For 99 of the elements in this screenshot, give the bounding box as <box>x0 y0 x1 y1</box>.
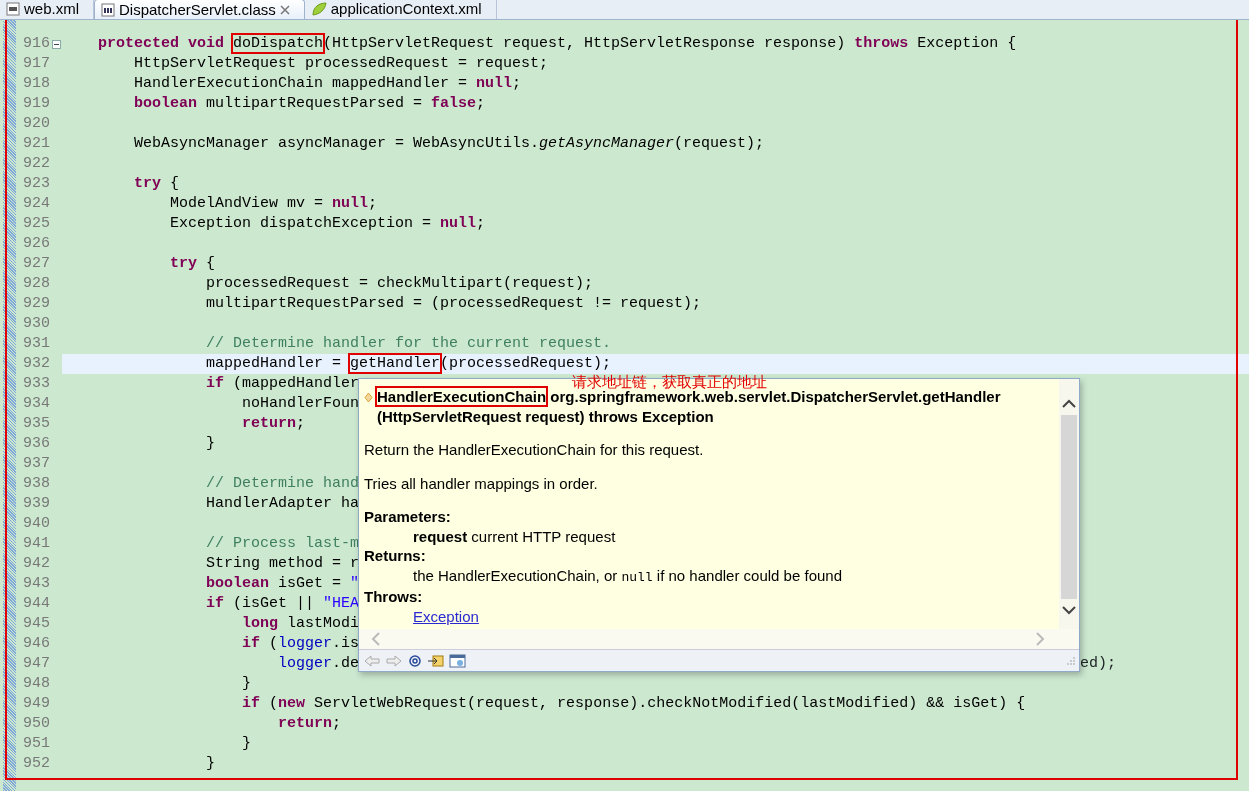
code-line: try { <box>133 174 180 194</box>
vertical-scrollbar[interactable] <box>1059 379 1079 629</box>
line-number: 928 <box>22 274 50 294</box>
code-line: } <box>241 734 252 754</box>
code-line: } <box>241 674 252 694</box>
code-line: HandlerExecutionChain mappedHandler = null; <box>133 74 522 94</box>
code-line: processedRequest = checkMultipart(request); <box>205 274 594 294</box>
line-number: 940 <box>22 514 50 534</box>
annotation-text: 请求地址链，获取真正的地址 <box>572 373 767 391</box>
line-number: 929 <box>22 294 50 314</box>
line-number: 950 <box>22 714 50 734</box>
line-number: 916 <box>22 34 50 54</box>
line-number: 938 <box>22 474 50 494</box>
editor-tab[interactable]: DispatcherServlet.class <box>94 0 305 19</box>
scroll-up-icon[interactable] <box>1062 399 1076 409</box>
code-line: noHandlerFoun <box>241 394 360 414</box>
editor-tab[interactable]: applicationContext.xml <box>304 0 497 19</box>
line-number: 936 <box>22 434 50 454</box>
editor-tab[interactable]: web.xml <box>0 0 94 19</box>
doc-text: Tries all handler mappings in order. <box>364 473 599 493</box>
diamond-icon <box>364 392 373 403</box>
code-line: WebAsyncManager asyncManager = WebAsyncUtils.getAsyncManager(request); <box>133 134 765 154</box>
doc-text: Return the HandlerExecutionChain for this request. <box>364 440 705 460</box>
code-line: try { <box>169 254 216 274</box>
line-number: 945 <box>22 614 50 634</box>
horizontal-scrollbar[interactable] <box>359 629 1079 649</box>
code-line: HandlerAdapter ha <box>205 494 360 514</box>
line-number: 939 <box>22 494 50 514</box>
scroll-down-icon[interactable] <box>1062 605 1076 615</box>
code-line: multipartRequestParsed = (processedRequest != request); <box>205 294 702 314</box>
back-icon[interactable] <box>363 653 381 668</box>
line-number: 926 <box>22 234 50 254</box>
code-line: long lastModi <box>241 614 360 634</box>
line-number: 942 <box>22 554 50 574</box>
doc-text: the HandlerExecutionChain, or null if no handler could be found <box>413 565 843 587</box>
line-number: 933 <box>22 374 50 394</box>
code-line: ModelAndView mv = null; <box>169 194 378 214</box>
scroll-right-icon[interactable] <box>1035 632 1045 646</box>
code-line: if (mappedHandler <box>205 374 360 394</box>
doc-link[interactable]: Exception <box>413 607 479 625</box>
code-line: } <box>205 754 216 774</box>
line-number: 918 <box>22 74 50 94</box>
line-number: 951 <box>22 734 50 754</box>
doc-heading: Throws: <box>364 587 424 607</box>
line-number: 935 <box>22 414 50 434</box>
line-number: 952 <box>22 754 50 774</box>
doc-text: request current HTTP request <box>413 526 617 546</box>
line-number: 925 <box>22 214 50 234</box>
code-line: boolean isGet = " <box>205 574 360 594</box>
doc-heading: Parameters: <box>364 507 452 527</box>
code-line: Exception dispatchException = null; <box>169 214 486 234</box>
code-line: protected void doDispatch(HttpServletRequest request, HttpServletResponse response) throws Exception { <box>97 34 1017 54</box>
code-line: if (logger.is <box>241 634 360 654</box>
line-number: 944 <box>22 594 50 614</box>
leaf-icon <box>310 2 327 16</box>
code-line: if (new ServletWebRequest(request, response).checkNotModified(lastModified) && isGet) { <box>241 694 1026 714</box>
scroll-thumb[interactable] <box>1061 415 1077 599</box>
open-declaration-icon[interactable] <box>427 653 445 668</box>
code-line: mappedHandler = getHandler(processedRequest); <box>205 354 612 374</box>
doc-heading: Returns: <box>364 546 427 566</box>
code-line: if (isGet || "HEA <box>205 594 360 614</box>
code-line: boolean multipartRequestParsed = false; <box>133 94 486 114</box>
close-icon[interactable] <box>279 4 290 15</box>
code-fragment: ed); <box>1080 654 1116 674</box>
line-number: 943 <box>22 574 50 594</box>
line-number: 948 <box>22 674 50 694</box>
file-icon <box>6 2 20 16</box>
binary-file-icon <box>101 2 115 17</box>
line-number: 919 <box>22 94 50 114</box>
method-signature: HandlerExecutionChain org.springframework.web.servlet.DispatcherServlet.getHandler (HttpServletRequest request) throws Exception <box>377 388 1002 426</box>
code-line: return; <box>277 714 342 734</box>
collapse-icon[interactable] <box>51 39 61 49</box>
line-number: 941 <box>22 534 50 554</box>
line-number: 920 <box>22 114 50 134</box>
line-number: 924 <box>22 194 50 214</box>
line-number: 937 <box>22 454 50 474</box>
line-number: 923 <box>22 174 50 194</box>
line-number: 934 <box>22 394 50 414</box>
line-number: 931 <box>22 334 50 354</box>
resize-grip-icon[interactable] <box>1067 656 1075 665</box>
code-line: return; <box>241 414 306 434</box>
code-line: // Determine handler for the current request. <box>205 334 612 354</box>
code-line: HttpServletRequest processedRequest = request; <box>133 54 549 74</box>
code-line: } <box>205 434 216 454</box>
browser-icon[interactable] <box>449 653 467 668</box>
code-line: logger.de <box>277 654 360 674</box>
code-line: // Determine hand <box>205 474 360 494</box>
line-number: 930 <box>22 314 50 334</box>
code-line: // Process last-m <box>205 534 360 554</box>
line-number: 932 <box>22 354 50 374</box>
line-number: 946 <box>22 634 50 654</box>
line-number: 927 <box>22 254 50 274</box>
scroll-left-icon[interactable] <box>371 632 381 646</box>
code-line: String method = r <box>205 554 360 574</box>
line-number: 949 <box>22 694 50 714</box>
line-number: 947 <box>22 654 50 674</box>
line-number: 921 <box>22 134 50 154</box>
line-number: 922 <box>22 154 50 174</box>
line-number: 917 <box>22 54 50 74</box>
